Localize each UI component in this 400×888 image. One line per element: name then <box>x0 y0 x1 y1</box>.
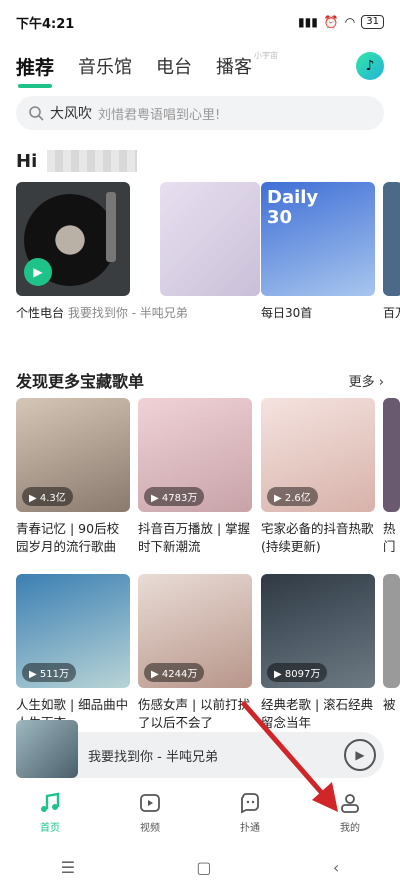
search-keyword: 大风吹 <box>50 106 92 122</box>
playlist-name: 抖音百万播放 | 掌握时下新潮流 <box>138 521 251 554</box>
search-icon <box>29 106 44 121</box>
podcast-tag: 小宇宙 <box>254 51 278 60</box>
play-count-value: 8097万 <box>284 669 321 680</box>
play-count-value: 4783万 <box>161 493 198 504</box>
search-bar[interactable]: 大风吹 刘惜君粤语唱到心里! <box>16 96 384 130</box>
card-sub: 我要找到你 - 半吨兄弟 <box>67 306 188 320</box>
chat-face-icon <box>241 792 259 813</box>
play-count: ▶ 8097万 <box>267 663 328 682</box>
section-title: 发现更多宝藏歌单 <box>16 372 145 391</box>
playlist-cover: ▶ 4244万 <box>138 574 252 688</box>
blurred-username <box>47 150 138 172</box>
play-count: ▶ 511万 <box>22 663 76 682</box>
partial-card[interactable]: 百万 <box>383 182 400 321</box>
playlist-cover: ▶ 8097万 <box>261 574 375 688</box>
daily-number: 30 <box>267 207 293 228</box>
system-nav: ☰ ▢ ‹ <box>0 846 400 888</box>
playlist-cover: ▶ 511万 <box>16 574 130 688</box>
mini-player[interactable]: 我要找到你 - 半吨兄弟 ▶ <box>16 720 384 778</box>
play-count: ▶ 2.6亿 <box>267 487 318 506</box>
tab-recommend[interactable]: 推荐 <box>16 53 54 88</box>
music-note-icon[interactable]: ♪ <box>356 52 384 80</box>
more-label: 更多 <box>348 374 375 390</box>
nav-putong[interactable]: 扑通 <box>200 784 300 840</box>
card-label: 百万 <box>383 306 400 320</box>
playlist-name: 经典老歌 | 滚石经典留念当年 <box>261 697 374 730</box>
more-link[interactable]: 更多 › <box>349 371 384 390</box>
playlist-card[interactable]: 热门 <box>383 398 400 556</box>
card-label: 每日30首 <box>261 306 313 320</box>
greeting: Hi <box>16 150 138 172</box>
playlist-card[interactable]: ▶ 8097万 经典老歌 | 滚石经典留念当年 <box>261 574 375 732</box>
daily-cover: Daily 30 <box>261 182 375 296</box>
nav-mine-label: 我的 <box>340 822 360 834</box>
playlist-cover: ▶ 2.6亿 <box>261 398 375 512</box>
playlist-name: 青春记忆 | 90后校园岁月的流行歌曲 <box>16 521 120 554</box>
back-icon[interactable]: ‹ <box>333 858 339 877</box>
nav-video-label: 视频 <box>140 822 160 834</box>
play-count: ▶ 4.3亿 <box>22 487 73 506</box>
featured-cards: ▶ 个性电台 我要找到你 - 半吨兄弟 Daily 30 每日30首 百万 <box>16 182 400 322</box>
play-count-value: 4244万 <box>161 669 198 680</box>
play-count-value: 511万 <box>39 669 69 680</box>
vinyl-cover: ▶ <box>16 182 130 296</box>
home-icon[interactable]: ▢ <box>196 858 211 877</box>
playlist-name: 宅家必备的抖音热歌 (持续更新) <box>261 521 374 554</box>
battery-icon: 31 <box>361 15 384 29</box>
nav-home[interactable]: 首页 <box>0 784 100 840</box>
alarm-icon: ⏰ <box>323 15 339 29</box>
menu-icon[interactable]: ☰ <box>61 858 75 877</box>
signal-icon: ▮▮▮ <box>298 15 318 29</box>
playlist-card[interactable]: ▶ 4783万 抖音百万播放 | 掌握时下新潮流 <box>138 398 252 556</box>
personal-radio-card[interactable]: ▶ 个性电台 我要找到你 - 半吨兄弟 <box>16 182 188 321</box>
playlist-card[interactable]: 被 <box>383 574 400 732</box>
playlist-name: 热门 <box>383 521 396 554</box>
play-count-value: 4.3亿 <box>39 493 66 504</box>
play-count: ▶ 4244万 <box>144 663 205 682</box>
playlist-card[interactable]: ▶ 4244万 伤感女声 | 以前打扰了以后不会了 <box>138 574 252 732</box>
section-header: 发现更多宝藏歌单 更多 › <box>16 368 384 392</box>
tab-radio[interactable]: 电台 <box>156 53 192 79</box>
mini-player-title: 我要找到你 - 半吨兄弟 <box>88 749 218 765</box>
playlist-card[interactable]: ▶ 511万 人生如歌 | 细品曲中人生百态 <box>16 574 130 732</box>
bottom-nav: 首页 视频 扑通 我的 <box>0 784 400 840</box>
recommend-card[interactable] <box>160 182 260 296</box>
artwork-cover <box>160 182 260 296</box>
status-time: 下午4:21 <box>16 16 75 32</box>
nav-home-label: 首页 <box>40 822 60 834</box>
play-count: ▶ 4783万 <box>144 487 205 506</box>
playlist-card[interactable]: ▶ 4.3亿 青春记忆 | 90后校园岁月的流行歌曲 <box>16 398 130 556</box>
daily-30-card[interactable]: Daily 30 每日30首 <box>261 182 375 321</box>
video-icon <box>140 793 160 812</box>
playlist-cover <box>383 574 400 688</box>
playlist-cover: ▶ 4783万 <box>138 398 252 512</box>
tab-music-hall[interactable]: 音乐馆 <box>78 53 132 79</box>
play-icon[interactable]: ▶ <box>24 258 52 286</box>
playlist-name: 被 <box>383 697 396 712</box>
user-icon <box>341 793 359 813</box>
playlist-name: 伤感女声 | 以前打扰了以后不会了 <box>138 697 251 730</box>
partial-cover <box>383 182 400 296</box>
play-count-value: 2.6亿 <box>284 493 311 504</box>
nav-putong-label: 扑通 <box>240 822 260 834</box>
top-tabs: 推荐 音乐馆 电台 播客 小宇宙 ♪ <box>0 46 400 88</box>
greeting-text: Hi <box>16 150 38 172</box>
status-bar: 下午4:21 ▮▮▮ ⏰ ◠ 31 <box>0 0 400 44</box>
tab-podcast[interactable]: 播客 <box>216 53 252 79</box>
play-button-icon[interactable]: ▶ <box>344 739 376 771</box>
nav-mine[interactable]: 我的 <box>300 784 400 840</box>
nav-video[interactable]: 视频 <box>100 784 200 840</box>
playlist-card[interactable]: ▶ 2.6亿 宅家必备的抖音热歌 (持续更新) <box>261 398 375 556</box>
card-label: 个性电台 <box>16 306 65 320</box>
mini-player-cover <box>16 720 78 778</box>
music-note-icon <box>41 792 60 812</box>
status-icons: ▮▮▮ ⏰ ◠ 31 <box>298 15 384 29</box>
daily-title: Daily <box>267 187 319 208</box>
wifi-icon: ◠ <box>344 15 356 29</box>
search-hint: 刘惜君粤语唱到心里! <box>98 107 221 123</box>
playlist-cover <box>383 398 400 512</box>
playlist-cover: ▶ 4.3亿 <box>16 398 130 512</box>
